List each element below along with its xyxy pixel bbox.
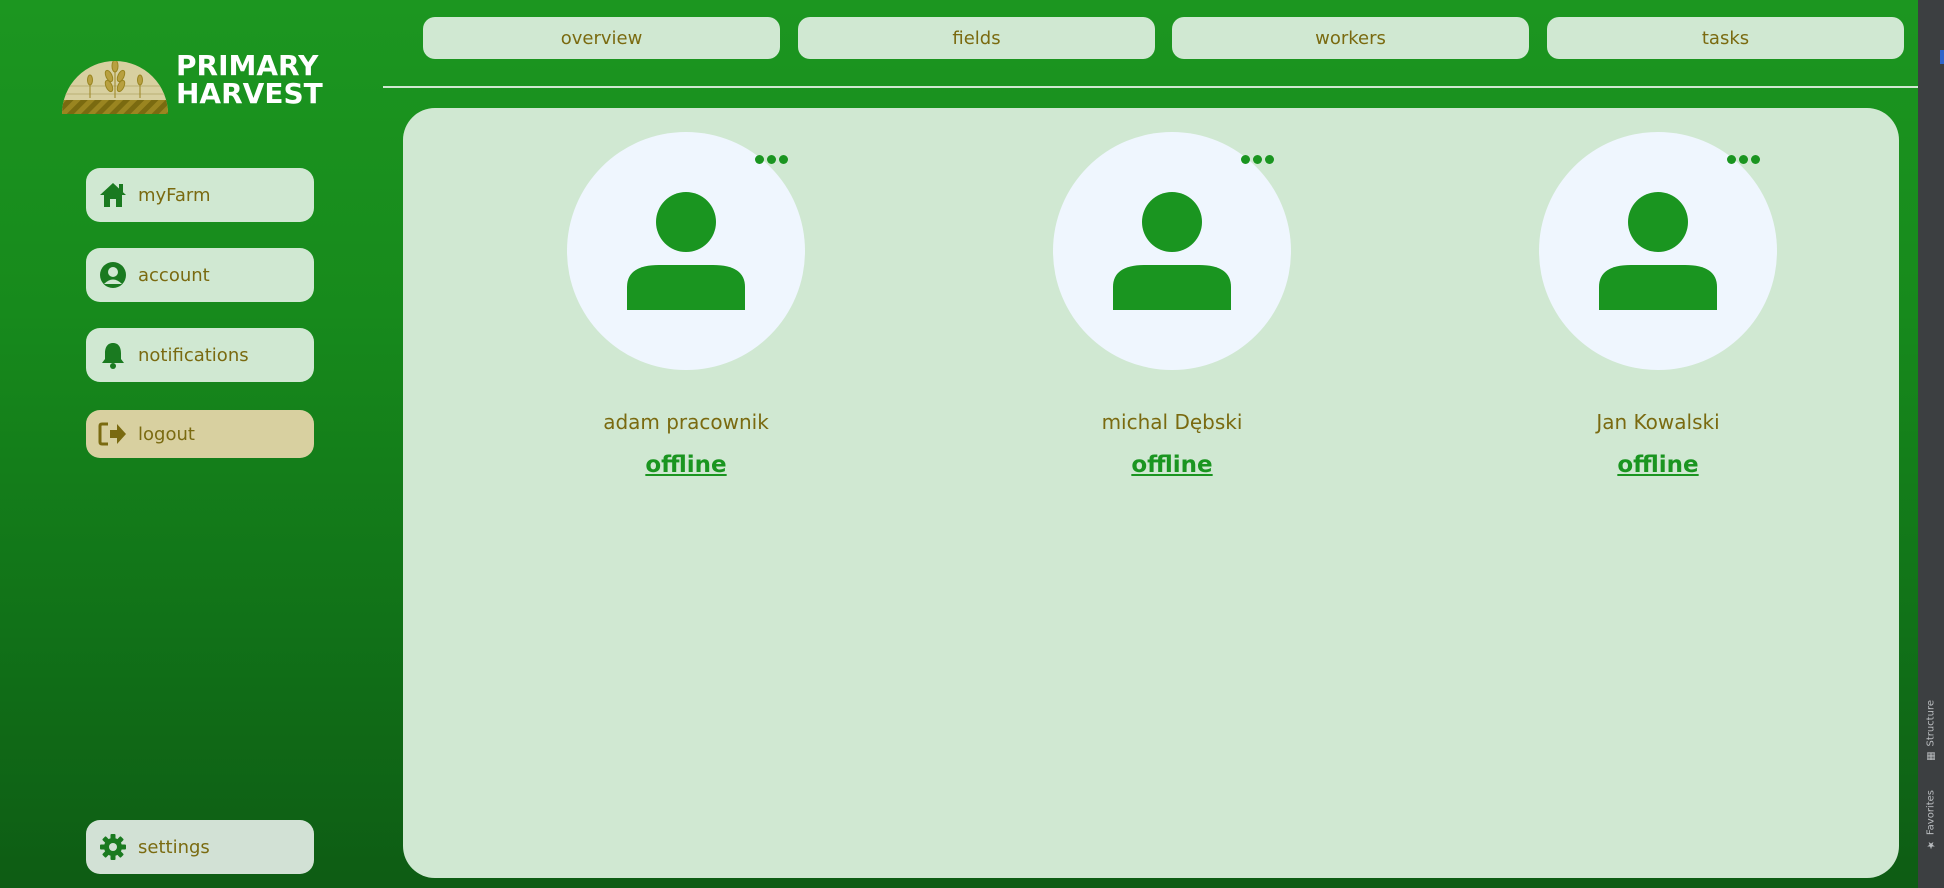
sidebar-item-label: myFarm [138,184,211,206]
avatar[interactable] [1053,132,1291,370]
brand-line-1: PRIMARY [176,49,319,82]
tab-fields[interactable]: fields [798,17,1155,59]
home-icon [98,180,128,210]
header-divider [383,86,1918,88]
ide-tool-strip: ▦ Structure ★ Favorites [1918,0,1944,888]
worker-card-jan-kowalski: Jan Kowalski offline [1497,132,1797,512]
worker-name: Jan Kowalski [1596,410,1720,434]
more-options-icon[interactable] [755,152,789,166]
user-silhouette-icon [1599,192,1717,310]
sidebar-item-settings[interactable]: settings [86,820,314,874]
structure-label: Structure [1925,700,1937,747]
more-options-icon[interactable] [1241,152,1275,166]
tool-strip-marker [1940,50,1944,64]
more-options-icon[interactable] [1727,152,1761,166]
worker-card-michal-debski: michal Dębski offline [1011,132,1311,512]
brand-line-2: HARVEST [176,77,323,110]
structure-icon: ▦ [1925,750,1937,762]
favorites-label: Favorites [1925,790,1937,836]
sidebar-item-label: notifications [138,344,249,366]
avatar[interactable] [567,132,805,370]
avatar[interactable] [1539,132,1777,370]
sidebar-item-notifications[interactable]: notifications [86,328,314,382]
tab-workers[interactable]: workers [1172,17,1529,59]
tab-label: workers [1315,27,1386,49]
tab-label: overview [560,27,643,49]
structure-tool-tab[interactable]: ▦ Structure [1922,700,1940,762]
bell-icon [98,340,128,370]
sidebar-item-label: settings [138,836,210,858]
sidebar-item-label: account [138,264,210,286]
user-silhouette-icon [1113,192,1231,310]
tab-tasks[interactable]: tasks [1547,17,1904,59]
worker-status-link[interactable]: offline [1011,452,1333,478]
user-silhouette-icon [627,192,745,310]
worker-name: michal Dębski [1101,410,1243,434]
star-icon: ★ [1925,839,1937,851]
gear-icon [98,832,128,862]
worker-status-link[interactable]: offline [1497,452,1819,478]
sidebar-item-myfarm[interactable]: myFarm [86,168,314,222]
brand-logo: PRIMARY HARVEST [62,48,332,118]
tab-label: fields [952,27,1001,49]
logout-icon [98,419,128,449]
favorites-tool-tab[interactable]: ★ Favorites [1922,790,1940,850]
tab-label: tasks [1701,27,1750,49]
worker-card-adam-pracownik: adam pracownik offline [525,132,825,512]
sidebar-item-label: logout [138,423,195,445]
brand-name: PRIMARY HARVEST [176,52,323,108]
tab-overview[interactable]: overview [423,17,780,59]
sidebar-item-account[interactable]: account [86,248,314,302]
worker-status-link[interactable]: offline [525,452,847,478]
worker-name: adam pracownik [603,410,769,434]
user-circle-icon [98,260,128,290]
workers-panel: adam pracownik offline michal Dębski off… [403,108,1899,878]
wheat-field-logo-icon [62,61,168,114]
sidebar-item-logout[interactable]: logout [86,410,314,458]
